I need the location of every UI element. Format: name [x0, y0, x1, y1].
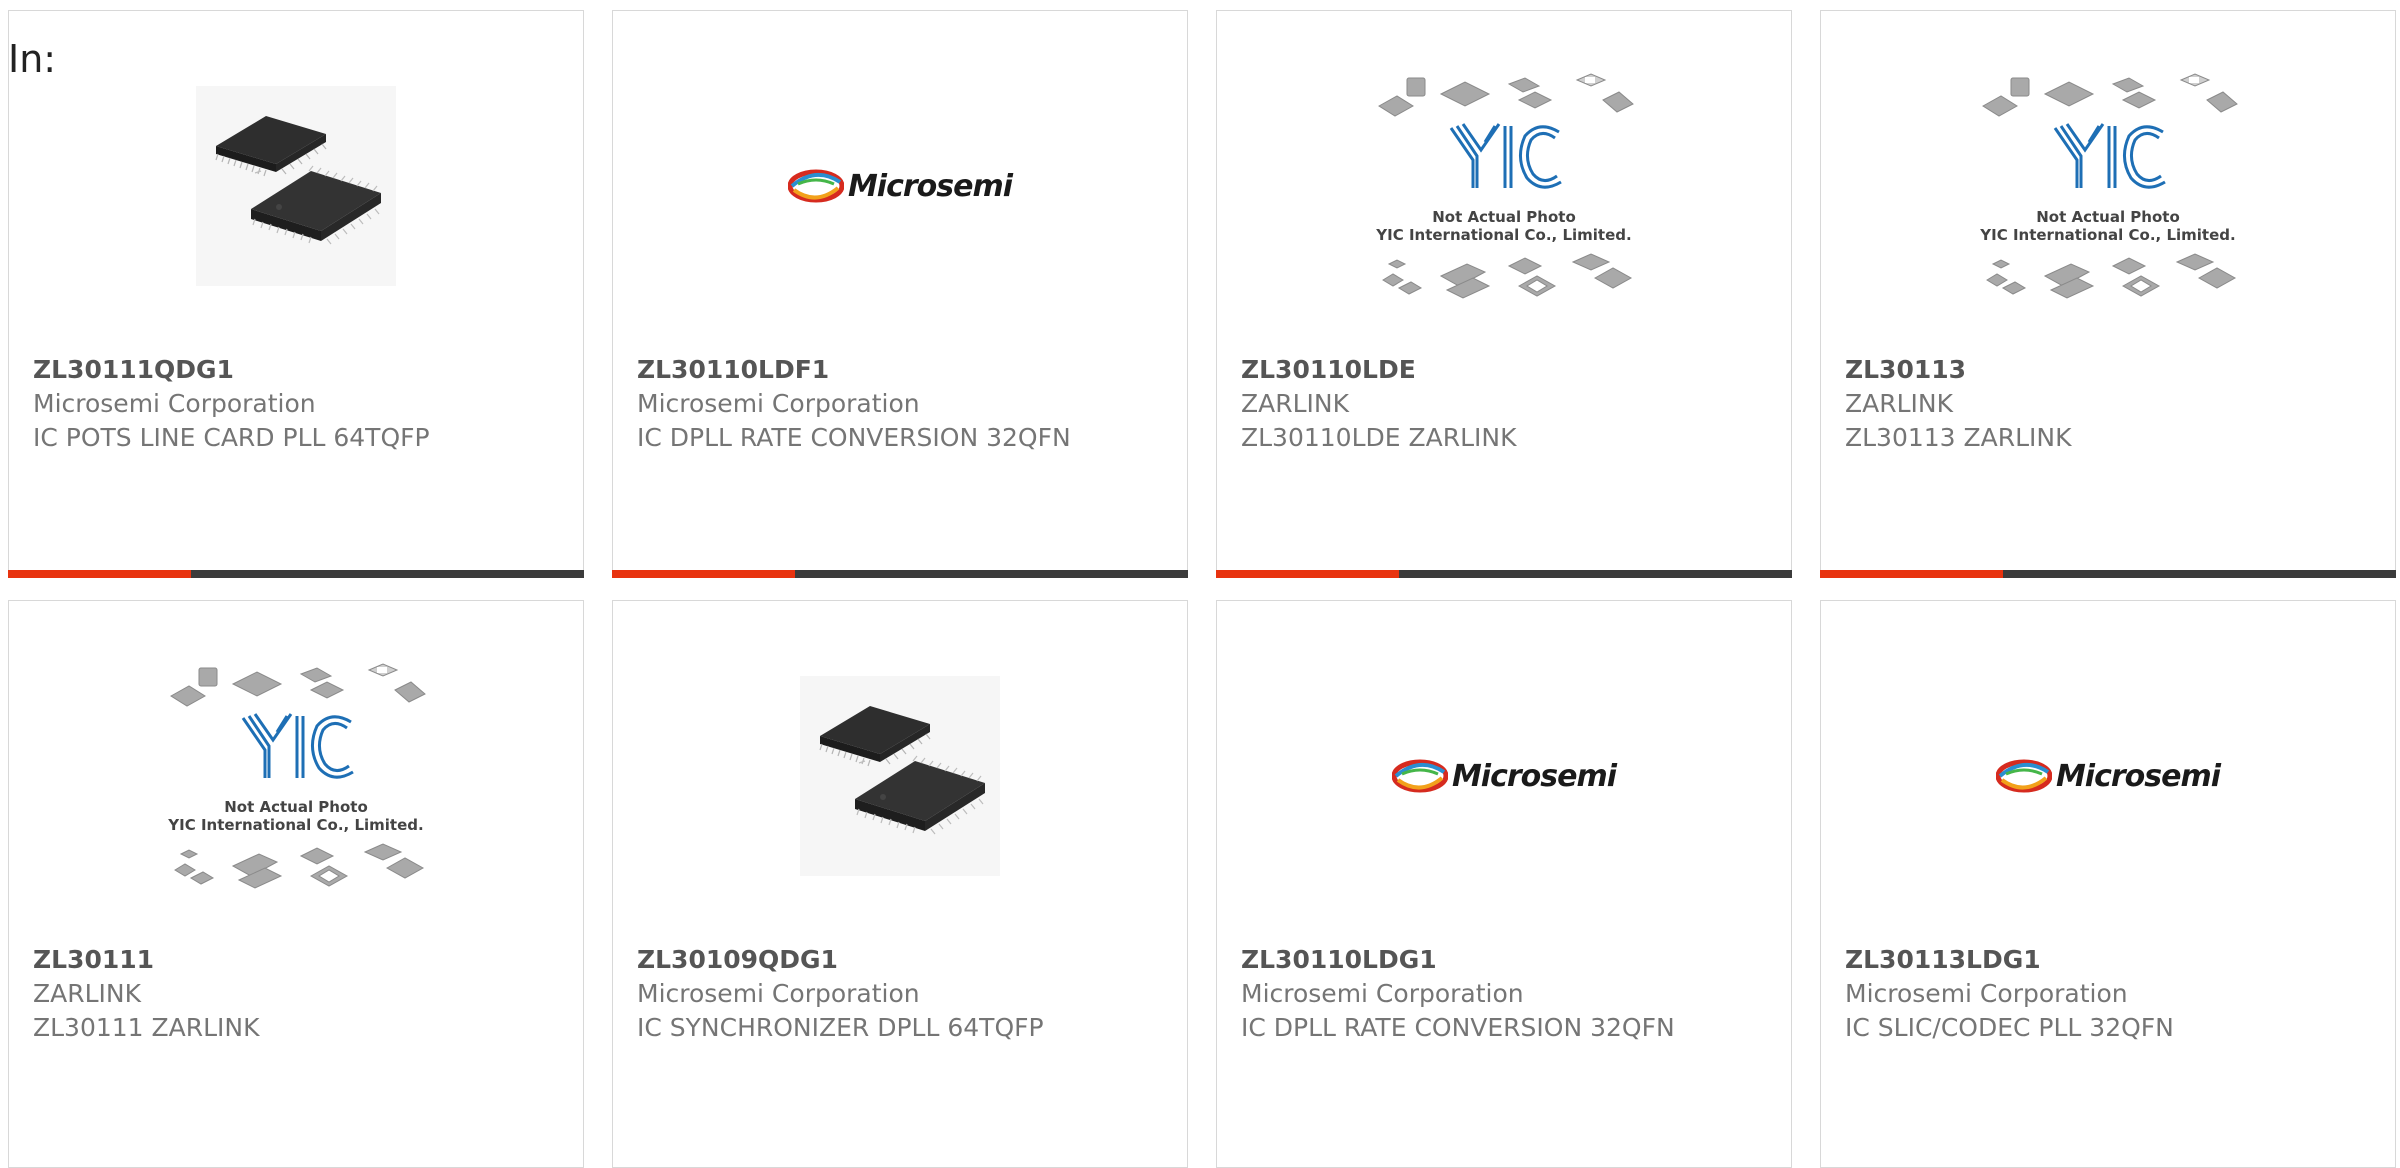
card-hover-bar	[8, 570, 584, 578]
chip-package-image	[800, 676, 1000, 876]
card-accent-bar	[1820, 570, 2003, 578]
product-description: IC DPLL RATE CONVERSION 32QFN	[1241, 1013, 1675, 1042]
product-info: ZL30113 ZARLINK ZL30113 ZARLINK	[1845, 353, 2371, 455]
card-accent-bar	[1216, 570, 1399, 578]
filter-in-label: In:	[8, 37, 57, 81]
product-description: ZL30110LDE ZARLINK	[1241, 423, 1517, 452]
manufacturer-name: ZARLINK	[33, 979, 141, 1008]
yic-caption-line1: Not Actual Photo	[1432, 208, 1576, 226]
part-number-link[interactable]: ZL30110LDE	[1241, 353, 1767, 387]
yic-chip-collage-icon	[170, 663, 426, 889]
card-accent-bar	[8, 570, 191, 578]
yic-not-actual-photo-image: Not Actual Photo YIC International Co., …	[161, 656, 431, 896]
part-number-link[interactable]: ZL30113	[1845, 353, 2371, 387]
product-description: IC SYNCHRONIZER DPLL 64TQFP	[637, 1013, 1044, 1042]
part-number-link[interactable]: ZL30110LDF1	[637, 353, 1163, 387]
product-card[interactable]: ZL30109QDG1 Microsemi Corporation IC SYNCH…	[612, 600, 1188, 1168]
microsemi-swoosh-icon	[787, 169, 844, 203]
microsemi-logo: Microsemi	[1995, 758, 2221, 794]
yic-not-actual-photo-image: Not Actual Photo YIC International Co., …	[1973, 66, 2243, 306]
microsemi-swoosh-icon	[1995, 759, 2052, 793]
product-card[interactable]: ZL30111QDG1 Microsemi Corporation IC POTS …	[8, 10, 584, 578]
product-description: IC POTS LINE CARD PLL 64TQFP	[33, 423, 430, 452]
product-info: ZL30111QDG1 Microsemi Corporation IC POTS …	[33, 353, 559, 455]
product-description: ZL30113 ZARLINK	[1845, 423, 2072, 452]
card-hover-bar	[1216, 570, 1792, 578]
manufacturer-name: Microsemi Corporation	[637, 979, 920, 1008]
product-image-area[interactable]: Microsemi	[1217, 671, 1791, 881]
product-info: ZL30111 ZARLINK ZL30111 ZARLINK	[33, 943, 559, 1045]
product-image-area[interactable]	[9, 81, 583, 291]
product-info: ZL30110LDF1 Microsemi Corporation IC DPLL …	[637, 353, 1163, 455]
product-card[interactable]: Microsemi ZL30110LDG1 Microsemi Corporati…	[1216, 600, 1792, 1168]
microsemi-logo: Microsemi	[787, 168, 1013, 204]
manufacturer-name: ZARLINK	[1241, 389, 1349, 418]
product-card[interactable]: Microsemi ZL30113LDG1 Microsemi Corporati…	[1820, 600, 2396, 1168]
product-image-area[interactable]: Not Actual Photo YIC International Co., …	[9, 663, 583, 889]
yic-caption-line2: YIC International Co., Limited.	[168, 816, 424, 834]
product-description: ZL30111 ZARLINK	[33, 1013, 260, 1042]
manufacturer-name: Microsemi Corporation	[33, 389, 316, 418]
manufacturer-name: ZARLINK	[1845, 389, 1953, 418]
product-image-area[interactable]: Not Actual Photo YIC International Co., …	[1821, 73, 2395, 299]
card-accent-bar	[612, 570, 795, 578]
yic-chip-collage-icon	[1378, 73, 1634, 299]
microsemi-swoosh-icon	[1391, 759, 1448, 793]
product-card[interactable]: Not Actual Photo YIC International Co., …	[1820, 10, 2396, 578]
chip-package-image	[196, 86, 396, 286]
product-card[interactable]: Not Actual Photo YIC International Co., …	[8, 600, 584, 1168]
part-number-link[interactable]: ZL30110LDG1	[1241, 943, 1767, 977]
product-info: ZL30110LDG1 Microsemi Corporation IC DPLL …	[1241, 943, 1767, 1045]
product-description: IC DPLL RATE CONVERSION 32QFN	[637, 423, 1071, 452]
product-image-area[interactable]: Microsemi	[613, 81, 1187, 291]
yic-not-actual-photo-image: Not Actual Photo YIC International Co., …	[1369, 66, 1639, 306]
microsemi-wordmark: Microsemi	[1451, 758, 1617, 794]
microsemi-wordmark: Microsemi	[847, 168, 1013, 204]
yic-caption-line2: YIC International Co., Limited.	[1376, 226, 1632, 244]
product-description: IC SLIC/CODEC PLL 32QFN	[1845, 1013, 2174, 1042]
microsemi-logo: Microsemi	[1391, 758, 1617, 794]
product-card[interactable]: Not Actual Photo YIC International Co., …	[1216, 10, 1792, 578]
microsemi-wordmark: Microsemi	[2055, 758, 2221, 794]
product-image-area[interactable]: Not Actual Photo YIC International Co., …	[1217, 73, 1791, 299]
yic-chip-collage-icon	[1982, 73, 2238, 299]
part-number-link[interactable]: ZL30111QDG1	[33, 353, 559, 387]
part-number-link[interactable]: ZL30111	[33, 943, 559, 977]
manufacturer-name: Microsemi Corporation	[1845, 979, 2128, 1008]
product-info: ZL30110LDE ZARLINK ZL30110LDE ZARLINK	[1241, 353, 1767, 455]
product-image-area[interactable]: Microsemi	[1821, 671, 2395, 881]
product-info: ZL30109QDG1 Microsemi Corporation IC SYNCH…	[637, 943, 1163, 1045]
product-card[interactable]: Microsemi ZL30110LDF1 Microsemi Corporati…	[612, 10, 1188, 578]
part-number-link[interactable]: ZL30113LDG1	[1845, 943, 2371, 977]
manufacturer-name: Microsemi Corporation	[637, 389, 920, 418]
product-image-area[interactable]	[613, 671, 1187, 881]
card-hover-bar	[612, 570, 1188, 578]
product-info: ZL30113LDG1 Microsemi Corporation IC SLIC/…	[1845, 943, 2371, 1045]
manufacturer-name: Microsemi Corporation	[1241, 979, 1524, 1008]
card-hover-bar	[1820, 570, 2396, 578]
part-number-link[interactable]: ZL30109QDG1	[637, 943, 1163, 977]
yic-caption-line1: Not Actual Photo	[224, 798, 368, 816]
yic-caption-line2: YIC International Co., Limited.	[1980, 226, 2236, 244]
yic-caption-line1: Not Actual Photo	[2036, 208, 2180, 226]
